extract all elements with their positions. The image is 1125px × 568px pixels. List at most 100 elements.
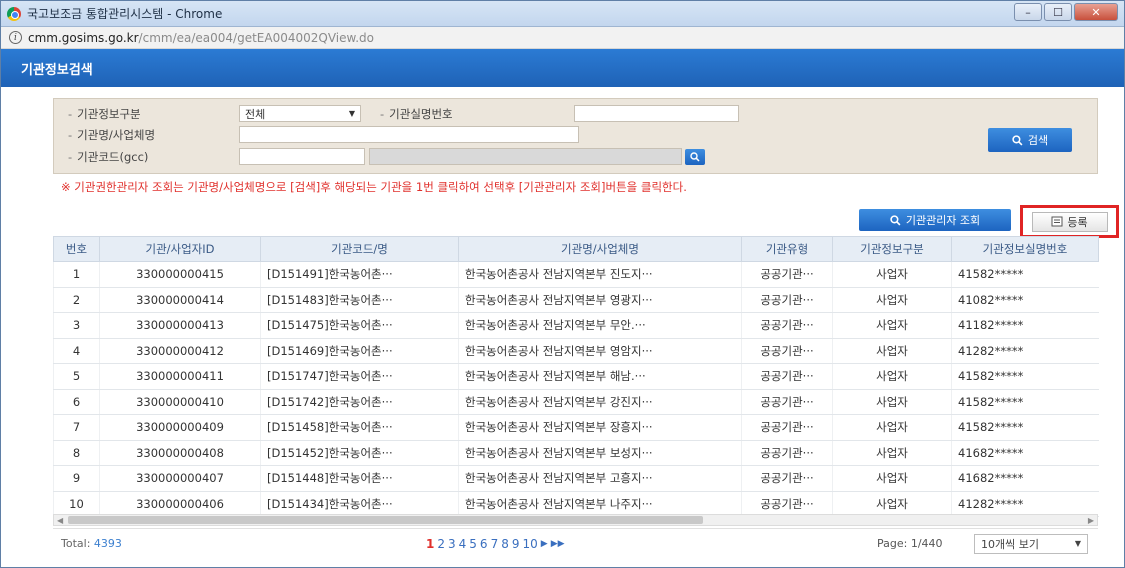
table-row[interactable]: 8 330000000408 [D151452]한국농어촌··· 한국농어촌공사… bbox=[53, 440, 1099, 466]
cell-org-type: 공공기관··· bbox=[741, 389, 833, 415]
total-value: 4393 bbox=[93, 537, 122, 550]
register-button[interactable]: 등록 bbox=[1031, 211, 1108, 232]
search-icon bbox=[890, 214, 901, 225]
maximize-button[interactable]: ☐ bbox=[1044, 3, 1072, 21]
title-bar[interactable]: 국고보조금 통합관리시스템 - Chrome – ☐ ✕ bbox=[1, 1, 1124, 27]
page-link[interactable]: 9 bbox=[512, 537, 520, 551]
last-page-icon[interactable]: ▶▶ bbox=[551, 539, 565, 549]
cell-number: 10 bbox=[53, 491, 100, 517]
column-header[interactable]: 번호 bbox=[53, 236, 100, 262]
cell-realname-number: 41282***** bbox=[951, 338, 1099, 364]
cell-info-type: 사업자 bbox=[832, 312, 952, 339]
table-row[interactable]: 9 330000000407 [D151448]한국농어촌··· 한국농어촌공사… bbox=[53, 465, 1099, 492]
page-link[interactable]: 4 bbox=[459, 537, 467, 551]
total-label: Total: bbox=[61, 537, 91, 550]
cell-org-name: 한국농어촌공사 전남지역본부 고흥지··· bbox=[458, 465, 742, 492]
info-icon[interactable]: i bbox=[9, 31, 22, 44]
url-host: cmm.gosims.go.kr bbox=[28, 30, 139, 45]
cell-org-type: 공공기관··· bbox=[741, 465, 833, 492]
cell-org-id: 330000000413 bbox=[99, 312, 261, 339]
page-link[interactable]: 8 bbox=[501, 537, 509, 551]
page-link[interactable]: 6 bbox=[480, 537, 488, 551]
cell-org-id: 330000000412 bbox=[99, 338, 261, 364]
scrollbar-thumb[interactable] bbox=[68, 516, 703, 524]
cell-info-type: 사업자 bbox=[832, 287, 952, 313]
admin-lookup-button[interactable]: 기관관리자 조회 bbox=[859, 209, 1011, 231]
column-header[interactable]: 기관정보구분 bbox=[832, 236, 952, 262]
column-header[interactable]: 기관유형 bbox=[741, 236, 833, 262]
cell-info-type: 사업자 bbox=[832, 338, 952, 364]
cell-number: 6 bbox=[53, 389, 100, 415]
cell-org-name: 한국농어촌공사 전남지역본부 강진지··· bbox=[458, 389, 742, 415]
page-link[interactable]: 3 bbox=[448, 537, 456, 551]
cell-org-type: 공공기관··· bbox=[741, 261, 833, 288]
cell-info-type: 사업자 bbox=[832, 414, 952, 441]
table-row[interactable]: 4 330000000412 [D151469]한국농어촌··· 한국농어촌공사… bbox=[53, 338, 1099, 364]
realname-number-input[interactable] bbox=[574, 105, 739, 122]
cell-org-code: [D151458]한국농어촌··· bbox=[260, 414, 459, 441]
window-controls: – ☐ ✕ bbox=[1014, 3, 1118, 21]
pagination: 1 2 3 4 5 6 7 8 9 10 ▶ ▶▶ bbox=[426, 537, 565, 551]
table-row[interactable]: 10 330000000406 [D151434]한국농어촌··· 한국농어촌공… bbox=[53, 491, 1099, 517]
cell-info-type: 사업자 bbox=[832, 440, 952, 466]
table-row[interactable]: 2 330000000414 [D151483]한국농어촌··· 한국농어촌공사… bbox=[53, 287, 1099, 313]
cell-org-code: [D151491]한국농어촌··· bbox=[260, 261, 459, 288]
label-org-info-type: 기관정보구분 bbox=[68, 106, 140, 122]
close-button[interactable]: ✕ bbox=[1074, 3, 1118, 21]
next-page-icon[interactable]: ▶ bbox=[541, 539, 548, 549]
search-icon bbox=[690, 152, 700, 162]
cell-number: 3 bbox=[53, 312, 100, 339]
scroll-right-icon[interactable]: ▶ bbox=[1088, 516, 1094, 525]
label-org-name: 기관명/사업체명 bbox=[68, 127, 155, 143]
org-info-type-select[interactable]: 전체 ▼ bbox=[239, 105, 361, 122]
cell-info-type: 사업자 bbox=[832, 491, 952, 517]
column-header[interactable]: 기관명/사업체명 bbox=[458, 236, 742, 262]
scroll-left-icon[interactable]: ◀ bbox=[57, 516, 63, 525]
org-code-input[interactable] bbox=[239, 148, 365, 165]
minimize-button[interactable]: – bbox=[1014, 3, 1042, 21]
cell-realname-number: 41682***** bbox=[951, 440, 1099, 466]
org-name-input[interactable] bbox=[239, 126, 579, 143]
table-row[interactable]: 7 330000000409 [D151458]한국농어촌··· 한국농어촌공사… bbox=[53, 414, 1099, 441]
horizontal-scrollbar[interactable]: ◀ ▶ bbox=[53, 514, 1098, 526]
page-link[interactable]: 7 bbox=[491, 537, 499, 551]
total-count: Total: 4393 bbox=[61, 537, 122, 550]
label-org-code: 기관코드(gcc) bbox=[68, 149, 148, 165]
column-header[interactable]: 기관/사업자ID bbox=[99, 236, 261, 262]
cell-info-type: 사업자 bbox=[832, 465, 952, 492]
cell-org-name: 한국농어촌공사 전남지역본부 해남.··· bbox=[458, 363, 742, 390]
search-button[interactable]: 검색 bbox=[988, 128, 1072, 152]
column-header[interactable]: 기관정보실명번호 bbox=[951, 236, 1099, 262]
cell-org-type: 공공기관··· bbox=[741, 287, 833, 313]
table-row[interactable]: 3 330000000413 [D151475]한국농어촌··· 한국농어촌공사… bbox=[53, 312, 1099, 339]
cell-info-type: 사업자 bbox=[832, 363, 952, 390]
table-row[interactable]: 5 330000000411 [D151747]한국농어촌··· 한국농어촌공사… bbox=[53, 363, 1099, 390]
table-footer: Total: 4393 1 2 3 4 5 6 7 8 9 10 ▶ ▶▶ Pa… bbox=[53, 528, 1098, 558]
page-link[interactable]: 2 bbox=[437, 537, 445, 551]
cell-org-name: 한국농어촌공사 전남지역본부 영암지··· bbox=[458, 338, 742, 364]
org-code-search-button[interactable] bbox=[685, 149, 705, 165]
table-row[interactable]: 6 330000000410 [D151742]한국농어촌··· 한국농어촌공사… bbox=[53, 389, 1099, 415]
address-bar[interactable]: i cmm.gosims.go.kr /cmm/ea/ea004/getEA00… bbox=[1, 27, 1124, 49]
cell-org-id: 330000000410 bbox=[99, 389, 261, 415]
cell-org-type: 공공기관··· bbox=[741, 440, 833, 466]
org-info-type-value: 전체 bbox=[245, 107, 266, 121]
page-link[interactable]: 1 bbox=[426, 537, 434, 551]
column-header[interactable]: 기관코드/명 bbox=[260, 236, 459, 262]
chevron-down-icon: ▼ bbox=[1074, 539, 1081, 548]
table-row[interactable]: 1 330000000415 [D151491]한국농어촌··· 한국농어촌공사… bbox=[53, 261, 1099, 288]
page-link[interactable]: 5 bbox=[469, 537, 477, 551]
cell-org-type: 공공기관··· bbox=[741, 363, 833, 390]
page-link[interactable]: 10 bbox=[522, 537, 537, 551]
cell-org-name: 한국농어촌공사 전남지역본부 보성지··· bbox=[458, 440, 742, 466]
chrome-logo-icon bbox=[7, 6, 21, 21]
page-size-select[interactable]: 10개씩 보기 ▼ bbox=[974, 533, 1088, 554]
admin-lookup-label: 기관관리자 조회 bbox=[905, 214, 981, 227]
cell-number: 2 bbox=[53, 287, 100, 313]
table-header-row: 번호 기관/사업자ID 기관코드/명 기관명/사업체명 기관유형 기관정보구분 … bbox=[53, 236, 1099, 262]
document-icon bbox=[1051, 216, 1063, 227]
url-path: /cmm/ea/ea004/getEA004002QView.do bbox=[138, 30, 374, 45]
cell-org-name: 한국농어촌공사 전남지역본부 장흥지··· bbox=[458, 414, 742, 441]
cell-org-code: [D151483]한국농어촌··· bbox=[260, 287, 459, 313]
cell-org-name: 한국농어촌공사 전남지역본부 나주지··· bbox=[458, 491, 742, 517]
